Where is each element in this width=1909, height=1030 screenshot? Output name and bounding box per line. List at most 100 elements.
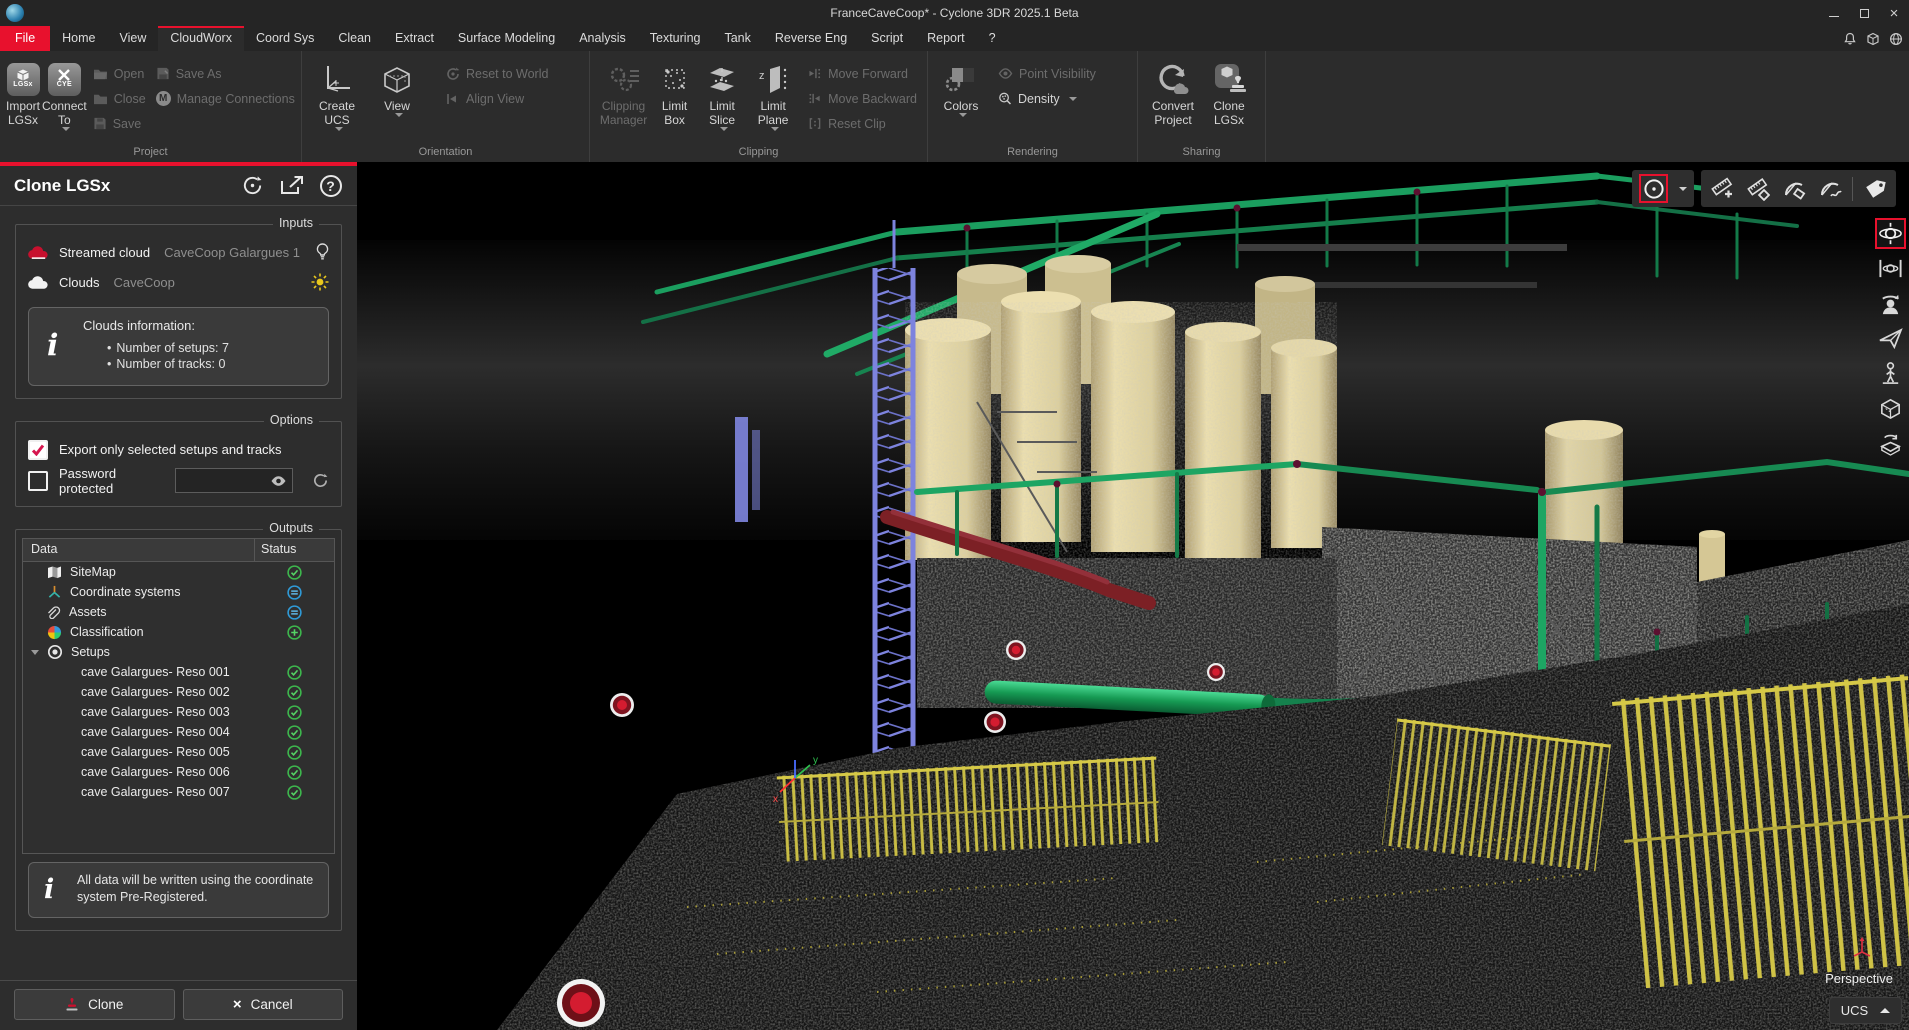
- undock-icon[interactable]: [279, 173, 304, 198]
- clone-lgsx-button[interactable]: Clone LGSx: [1204, 56, 1254, 127]
- limit-box-button[interactable]: Limit Box: [653, 56, 696, 127]
- orbit-constrained-icon[interactable]: [1875, 253, 1906, 284]
- manage-connections-button[interactable]: M Manage Connections: [152, 88, 299, 109]
- table-row-coordinate-systems[interactable]: Coordinate systems: [23, 582, 334, 602]
- axis-x-label: x: [773, 794, 778, 805]
- view-button[interactable]: View: [368, 56, 426, 117]
- bell-icon[interactable]: [1843, 32, 1857, 46]
- reset-clip-button[interactable]: Reset Clip: [804, 113, 921, 134]
- password-reset-icon[interactable]: [312, 472, 329, 489]
- dropdown-caret-icon[interactable]: [1679, 187, 1687, 191]
- help-icon[interactable]: ?: [318, 173, 343, 198]
- globe-icon[interactable]: [1889, 32, 1903, 46]
- dropdown-caret-icon: [62, 127, 70, 131]
- measure-cloud-icon[interactable]: [1744, 175, 1772, 203]
- limit-plane-button[interactable]: z Limit Plane: [748, 56, 798, 131]
- look-around-icon[interactable]: [1875, 288, 1906, 319]
- streamed-cloud-row[interactable]: Streamed cloud CaveCoop Galargues 1: [28, 237, 329, 267]
- walk-icon[interactable]: [1875, 358, 1906, 389]
- cancel-x-icon: ×: [233, 996, 242, 1013]
- minimize-button[interactable]: [1819, 0, 1849, 26]
- maximize-button[interactable]: [1849, 0, 1879, 26]
- save-button[interactable]: Save: [89, 113, 150, 134]
- reset-icon[interactable]: [240, 173, 265, 198]
- tab-surface-modeling[interactable]: Surface Modeling: [446, 26, 567, 51]
- orbit-icon[interactable]: [1875, 218, 1906, 249]
- view-cube-icon[interactable]: [1875, 393, 1906, 424]
- ucs-button[interactable]: UCS: [1829, 997, 1902, 1024]
- table-row-setup-002[interactable]: cave Galargues- Reso 002: [23, 682, 334, 702]
- status-ok-icon: [287, 765, 302, 780]
- status-ok-icon: [287, 665, 302, 680]
- table-row-classification[interactable]: Classification: [23, 622, 334, 642]
- table-row-setup-003[interactable]: cave Galargues- Reso 003: [23, 702, 334, 722]
- tab-coord-sys[interactable]: Coord Sys: [244, 26, 326, 51]
- streamed-cloud-label: Streamed cloud: [59, 245, 150, 260]
- table-row-setup-001[interactable]: cave Galargues- Reso 001: [23, 662, 334, 682]
- move-backward-button[interactable]: Move Backward: [804, 88, 921, 109]
- colors-button[interactable]: Colors: [934, 56, 988, 117]
- lightbulb-icon[interactable]: [316, 243, 329, 261]
- clouds-label: Clouds: [59, 275, 99, 290]
- align-view-button[interactable]: Align View: [442, 88, 552, 109]
- fly-icon[interactable]: [1875, 323, 1906, 354]
- import-lgsx-button[interactable]: LGSx Import LGSx: [6, 56, 40, 127]
- classification-icon: [47, 625, 62, 640]
- table-row-assets[interactable]: Assets: [23, 602, 334, 622]
- window-title: FranceCaveCoop* - Cyclone 3DR 2025.1 Bet…: [0, 0, 1909, 26]
- package-icon[interactable]: [1866, 32, 1880, 46]
- clone-button[interactable]: Clone: [14, 989, 175, 1020]
- tab-tank[interactable]: Tank: [712, 26, 762, 51]
- export-only-checkbox[interactable]: [28, 440, 48, 460]
- cancel-button[interactable]: × Cancel: [183, 989, 344, 1020]
- create-ucs-button[interactable]: Create UCS: [308, 56, 366, 131]
- limit-slice-button[interactable]: Limit Slice: [698, 56, 746, 131]
- reset-to-world-button[interactable]: Reset to World: [442, 63, 552, 84]
- convert-project-button[interactable]: Convert Project: [1144, 56, 1202, 127]
- cloud-red-icon: [28, 245, 49, 260]
- ribbon: LGSx Import LGSx CYE Connect To Open Clo…: [0, 51, 1909, 162]
- move-forward-button[interactable]: Move Forward: [804, 63, 921, 84]
- sun-icon[interactable]: [311, 273, 329, 291]
- password-input[interactable]: [175, 468, 293, 493]
- tab-clean[interactable]: Clean: [326, 26, 383, 51]
- tab-file[interactable]: File: [0, 26, 50, 51]
- tab-view[interactable]: View: [108, 26, 159, 51]
- table-row-setup-004[interactable]: cave Galargues- Reso 004: [23, 722, 334, 742]
- turntable-icon[interactable]: [1875, 428, 1906, 459]
- close-button[interactable]: ×: [1879, 0, 1909, 26]
- clipping-manager-button[interactable]: Clipping Manager: [596, 56, 651, 127]
- table-row-setup-005[interactable]: cave Galargues- Reso 005: [23, 742, 334, 762]
- password-protected-checkbox[interactable]: [28, 471, 48, 491]
- table-row-setup-007[interactable]: cave Galargues- Reso 007: [23, 782, 334, 802]
- chevron-down-icon[interactable]: [31, 650, 39, 655]
- measure-add-icon[interactable]: [1708, 175, 1736, 203]
- density-button[interactable]: Density: [994, 88, 1100, 109]
- tab-report[interactable]: Report: [915, 26, 977, 51]
- tab-help[interactable]: ?: [977, 26, 1008, 51]
- group-label-orientation: Orientation: [302, 145, 589, 162]
- tab-texturing[interactable]: Texturing: [638, 26, 713, 51]
- table-row-setup-006[interactable]: cave Galargues- Reso 006: [23, 762, 334, 782]
- tab-cloudworx[interactable]: CloudWorx: [158, 26, 244, 51]
- tab-home[interactable]: Home: [50, 26, 107, 51]
- viewport-3d[interactable]: x y: [357, 162, 1909, 1030]
- clouds-row[interactable]: Clouds CaveCoop: [28, 267, 329, 297]
- open-button[interactable]: Open: [89, 63, 150, 84]
- tab-analysis[interactable]: Analysis: [567, 26, 638, 51]
- point-cloud-scene[interactable]: x y: [357, 162, 1909, 1030]
- tag-icon[interactable]: [1861, 175, 1889, 203]
- angle-eraser-icon[interactable]: [1780, 175, 1808, 203]
- angle-wave-icon[interactable]: [1816, 175, 1844, 203]
- close-button-ribbon[interactable]: Close: [89, 88, 150, 109]
- connect-to-button[interactable]: CYE Connect To: [42, 56, 87, 131]
- table-row-sitemap[interactable]: SiteMap: [23, 562, 334, 582]
- tab-extract[interactable]: Extract: [383, 26, 446, 51]
- tab-script[interactable]: Script: [859, 26, 915, 51]
- point-visibility-button[interactable]: Point Visibility: [994, 63, 1100, 84]
- tab-reverse-eng[interactable]: Reverse Eng: [763, 26, 859, 51]
- eye-icon[interactable]: [270, 475, 287, 487]
- table-row-setups[interactable]: Setups: [23, 642, 334, 662]
- pick-mode-button[interactable]: [1639, 174, 1668, 203]
- save-as-button[interactable]: Save As: [152, 63, 299, 84]
